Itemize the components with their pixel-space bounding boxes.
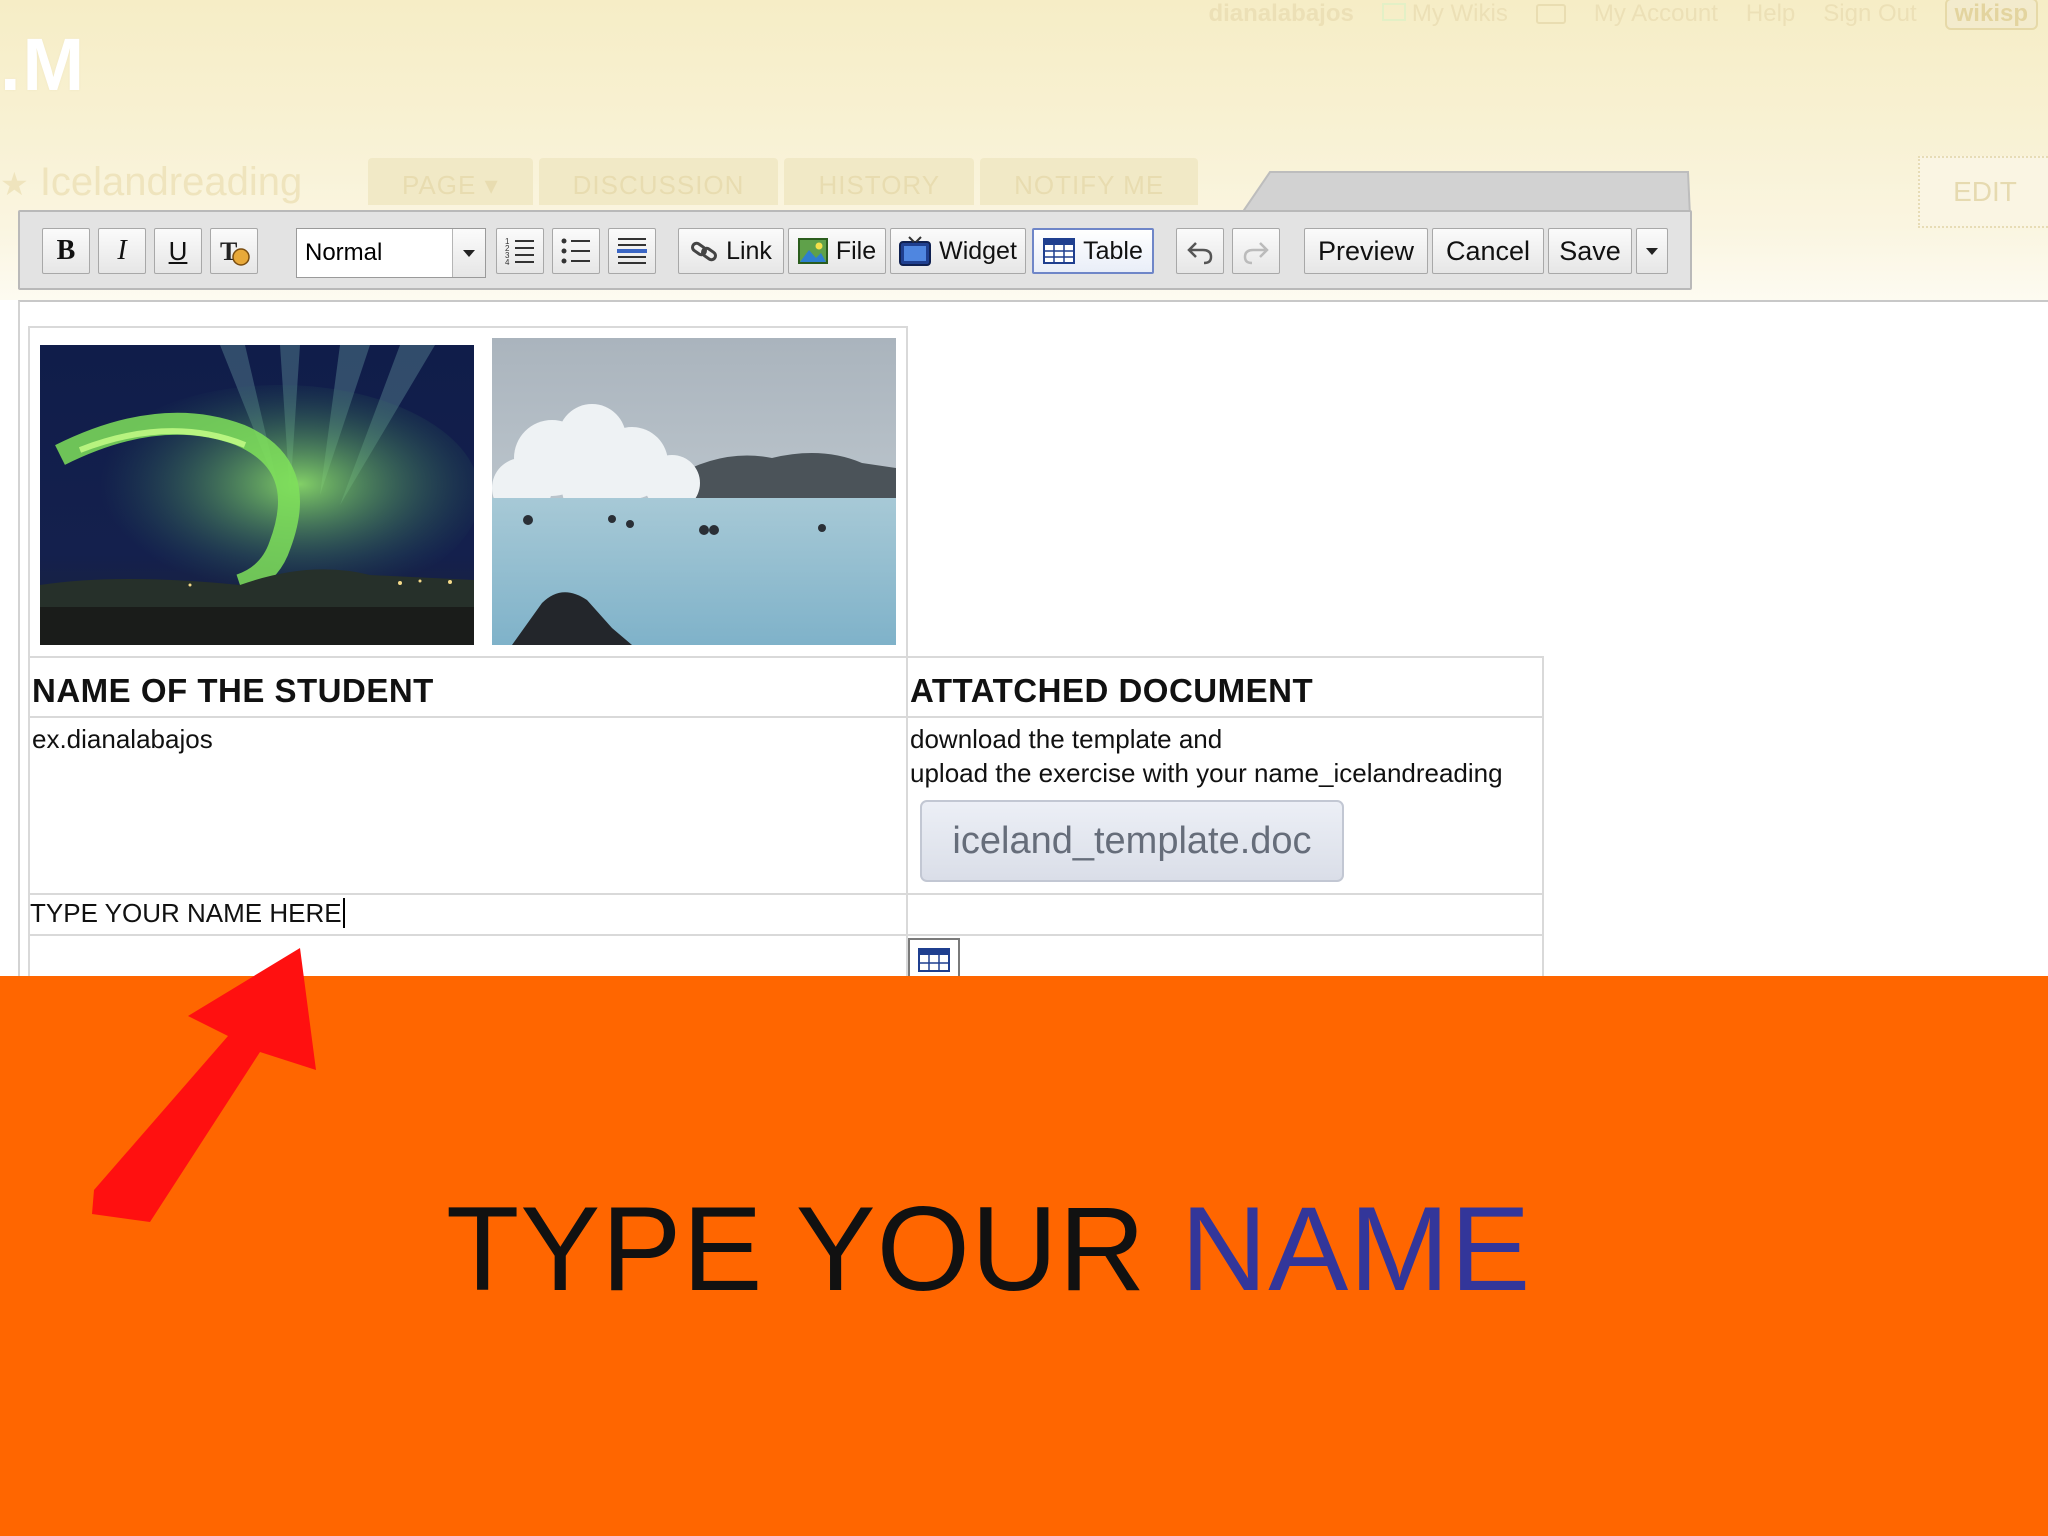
text-color-icon: T	[220, 237, 250, 266]
horizontal-rule-icon	[617, 238, 647, 264]
table-border	[28, 893, 1544, 895]
paragraph-style-select[interactable]: Normal	[296, 228, 486, 278]
chevron-down-icon	[463, 249, 475, 257]
undo-button[interactable]	[1176, 228, 1224, 274]
table-button[interactable]: Table	[1032, 228, 1154, 274]
link-button[interactable]: Link	[678, 228, 784, 274]
redo-icon	[1243, 242, 1269, 265]
table-border	[28, 716, 1544, 718]
bold-button[interactable]: B	[42, 228, 90, 274]
name-entry-cell[interactable]: TYPE YOUR NAME HERE	[30, 898, 345, 929]
image-file-icon	[797, 238, 828, 264]
style-select-arrow[interactable]	[452, 229, 485, 277]
mail-icon[interactable]	[1535, 4, 1566, 24]
redo-button[interactable]	[1232, 228, 1280, 274]
undo-icon	[1187, 242, 1213, 265]
bullet-list-icon	[561, 238, 590, 264]
editor-toolbar: B I U T Normal 1234 Link File Widget Tab…	[18, 210, 1692, 290]
table-icon	[918, 948, 950, 972]
chevron-down-icon	[1646, 247, 1658, 255]
numbered-list-icon: 1234	[505, 237, 534, 267]
italic-button[interactable]: I	[98, 228, 146, 274]
table-icon	[1043, 238, 1076, 264]
column-header-student: NAME OF THE STUDENT	[32, 672, 434, 709]
link-button-label: Link	[726, 236, 772, 265]
my-wikis-link[interactable]: My Wikis	[1381, 0, 1508, 28]
wikis-icon	[1381, 3, 1406, 21]
table-options-icon[interactable]	[908, 938, 960, 976]
numbered-list-button[interactable]: 1234	[496, 228, 544, 274]
horizontal-rule-button[interactable]	[608, 228, 656, 274]
svg-text:4: 4	[505, 258, 510, 267]
attachment-file-link[interactable]: iceland_template.doc	[920, 800, 1344, 882]
cancel-button[interactable]: Cancel	[1432, 228, 1544, 274]
user-bar: dianalabajos My Wikis My Account Help Si…	[1208, 0, 2048, 30]
text-cursor	[342, 898, 345, 928]
caption-highlight: NAME	[1180, 1182, 1532, 1316]
column-header-document: ATTATCHED DOCUMENT	[910, 672, 1314, 709]
style-select-value: Normal	[305, 239, 383, 266]
table-border	[28, 326, 30, 976]
instructions-line-2: upload the exercise with your name_icela…	[910, 758, 1503, 788]
text-color-button[interactable]: T	[210, 228, 258, 274]
save-button[interactable]: Save	[1548, 228, 1632, 274]
instructions-line-1: download the template and	[910, 724, 1223, 754]
name-entry-text: TYPE YOUR NAME HERE	[30, 898, 342, 928]
table-border	[28, 656, 1544, 658]
sign-out-link[interactable]: Sign Out	[1823, 0, 1916, 28]
widget-button[interactable]: Widget	[890, 228, 1026, 274]
pointer-arrow-icon	[92, 948, 316, 1222]
wiki-editor-screenshot: dianalabajos My Wikis My Account Help Si…	[0, 0, 2048, 976]
widget-tv-icon	[899, 236, 932, 266]
table-border	[1542, 656, 1544, 976]
table-border	[906, 326, 908, 976]
edit-button[interactable]: EDIT	[1918, 156, 2048, 228]
my-account-link[interactable]: My Account	[1594, 0, 1718, 28]
link-icon	[691, 241, 718, 262]
username-link[interactable]: dianalabajos	[1208, 0, 1353, 28]
table-border	[28, 326, 908, 328]
help-link[interactable]: Help	[1746, 0, 1795, 28]
widget-button-label: Widget	[939, 236, 1017, 265]
caption-text: TYPE YOUR	[446, 1182, 1181, 1316]
site-logo: .M	[0, 23, 87, 106]
preview-button[interactable]: Preview	[1304, 228, 1428, 274]
blue-lagoon-photo	[492, 338, 896, 645]
bullet-list-button[interactable]	[552, 228, 600, 274]
aurora-photo	[40, 345, 474, 645]
table-button-label: Table	[1083, 236, 1143, 265]
file-button[interactable]: File	[788, 228, 886, 274]
example-name: ex.dianalabajos	[32, 724, 213, 754]
save-options-button[interactable]	[1636, 228, 1668, 274]
wikispaces-badge[interactable]: wikisp	[1944, 0, 2038, 30]
instruction-caption: TYPE YOUR NAME	[446, 1180, 1531, 1318]
underline-button[interactable]: U	[154, 228, 202, 274]
file-button-label: File	[835, 236, 877, 265]
